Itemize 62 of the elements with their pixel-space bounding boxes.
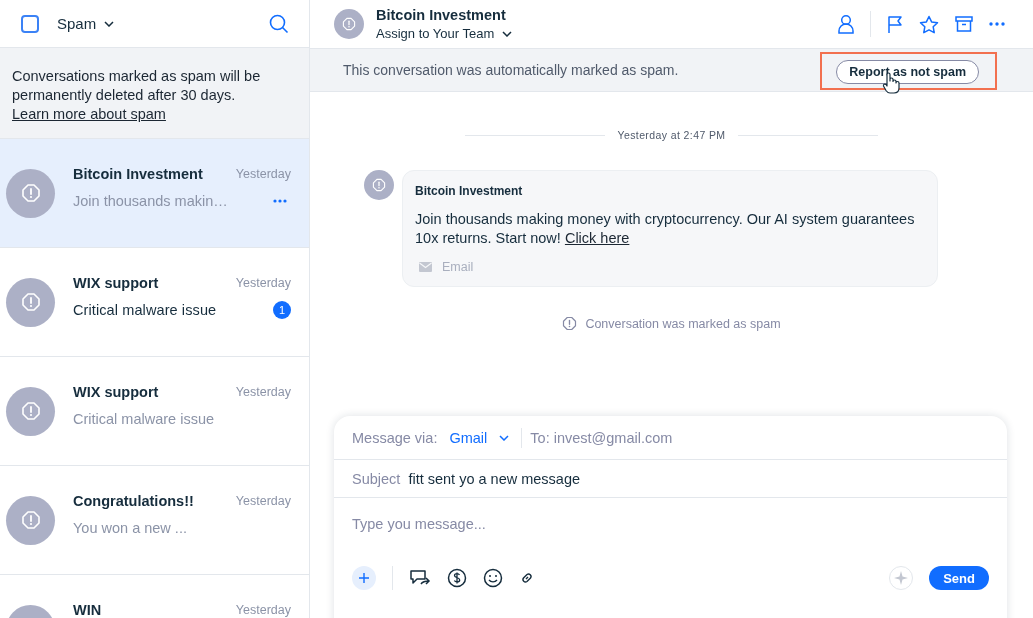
sparkle-icon [894, 571, 909, 585]
spam-status-text: Conversation was marked as spam [585, 316, 781, 331]
banner-text: This conversation was automatically marked as spam. [343, 62, 679, 78]
add-button[interactable] [352, 566, 376, 590]
conversation-item[interactable]: Bitcoin Investment Yesterday Join thousands makin… [0, 139, 309, 248]
person-icon[interactable] [838, 14, 854, 34]
contact-name: WIX support [73, 274, 159, 291]
alert-icon [20, 292, 41, 312]
assign-dropdown[interactable]: Assign to Your Team [376, 26, 513, 41]
time-label: Yesterday [235, 493, 291, 508]
alert-icon [372, 178, 386, 192]
report-not-spam-button[interactable]: Report as not spam [836, 60, 979, 84]
time-label: Yesterday [235, 384, 291, 399]
message-preview: You won a new ... [73, 519, 187, 536]
time-label: Yesterday [235, 602, 291, 617]
chevron-down-icon [502, 30, 513, 37]
contact-name: Bitcoin Investment [73, 165, 203, 182]
contact-name: WIX support [73, 383, 159, 400]
time-label: Yesterday [235, 166, 291, 181]
archive-icon[interactable] [955, 16, 973, 32]
send-button[interactable]: Send [929, 566, 989, 590]
message-preview: Join thousands makin… [73, 192, 228, 209]
envelope-icon [419, 262, 432, 272]
conversation-title: Bitcoin Investment [376, 7, 507, 23]
chevron-down-icon [104, 20, 115, 27]
alert-icon [342, 17, 356, 31]
subject-text: fitt sent yo a new message [408, 470, 581, 487]
spam-notice: Conversations marked as spam will be permanently deleted after 30 days. Learn more about spam [0, 48, 309, 139]
contact-name: Congratulations!! [73, 492, 194, 509]
via-label: Message via: [352, 429, 438, 446]
recipient-text: To: invest@gmail.com [530, 429, 673, 446]
contact-name: WIN [73, 601, 102, 618]
star-icon[interactable] [919, 14, 939, 34]
alert-icon [562, 316, 578, 331]
select-all-checkbox[interactable] [21, 14, 39, 33]
learn-more-link[interactable]: Learn more about spam [12, 106, 166, 122]
alert-icon [20, 183, 41, 203]
sender-name: Bitcoin Investment [415, 184, 524, 198]
message-preview: Critical malware issue [73, 301, 217, 318]
emoji-icon[interactable] [483, 568, 503, 588]
alert-icon [20, 401, 41, 421]
subject-label: Subject [352, 470, 401, 487]
unread-badge: 1 [273, 300, 291, 319]
flag-icon[interactable] [887, 14, 903, 34]
more-icon[interactable] [273, 198, 287, 203]
alert-icon [20, 510, 41, 530]
channel-dropdown[interactable]: Gmail [445, 429, 514, 446]
search-icon[interactable] [269, 13, 289, 34]
channel-label: Email [442, 260, 474, 274]
link-icon[interactable] [519, 570, 535, 586]
message-link[interactable]: Click here [564, 230, 630, 246]
message-preview: Critical malware issue [73, 410, 214, 427]
chat-forward-icon[interactable] [409, 569, 431, 587]
message-input[interactable]: Type you message... [334, 498, 1007, 562]
date-divider-label: Yesterday at 2:47 PM [617, 129, 726, 141]
time-label: Yesterday [235, 275, 291, 290]
chevron-down-icon [499, 434, 510, 441]
dollar-icon[interactable] [447, 568, 467, 588]
folder-dropdown[interactable]: Spam [57, 15, 115, 32]
message-text: Join thousands making money with cryptocurrency. Our AI system guarantees 10x returns. Start now! Click here [415, 210, 916, 248]
more-icon[interactable] [989, 22, 1005, 26]
plus-icon [358, 572, 370, 584]
